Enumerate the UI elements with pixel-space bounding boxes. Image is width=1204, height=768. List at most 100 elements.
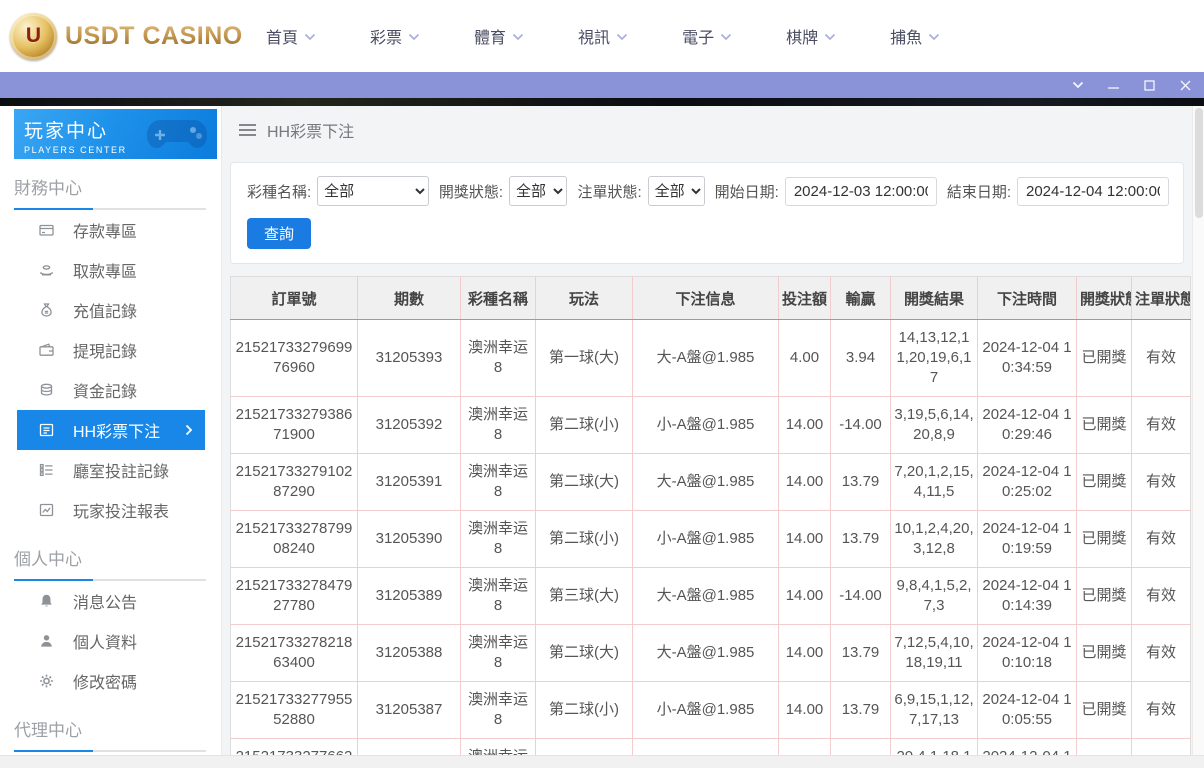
- app-window: U USDT CASINO 首頁 彩票 體育 視訊 電子 棋牌 捕魚 玩家中心 PLAYER…: [0, 0, 1204, 768]
- sidebar-item-hall-bet-records[interactable]: 廳室投註記錄: [17, 450, 205, 490]
- table-cell: 3,19,5,6,14,20,8,9: [890, 396, 978, 454]
- brand[interactable]: U USDT CASINO: [10, 12, 242, 60]
- nav-item-lottery[interactable]: 彩票: [370, 24, 420, 48]
- table-cell: 2152173327910287290: [230, 453, 358, 511]
- table-cell: 13.79: [830, 453, 891, 511]
- sidebar-item-announcements[interactable]: 消息公告: [17, 581, 205, 621]
- main-panel: HH彩票下注 彩種名稱: 全部 開獎狀態: 全部 注單狀態: 全部 開始日期: …: [222, 106, 1192, 755]
- logo-letter: U: [25, 24, 42, 47]
- gamepad-icon: [141, 111, 213, 159]
- table-cell: 已開獎: [1076, 510, 1132, 568]
- vertical-scrollbar[interactable]: [1192, 106, 1204, 755]
- section-header: 代理中心: [14, 721, 82, 740]
- table-row: 2152173327795552880 31205387 澳洲幸运8 第二球(小) 小-…: [230, 681, 1191, 739]
- main-nav: 首頁 彩票 體育 視訊 電子 棋牌 捕魚: [266, 24, 940, 48]
- table-cell: 4.00: [778, 319, 831, 397]
- sidebar-item-profile[interactable]: 個人資料: [17, 621, 205, 661]
- table-cell: 第二球(大): [535, 453, 633, 511]
- filter-row: 彩種名稱: 全部 開獎狀態: 全部 注單狀態: 全部 開始日期: 結束日期:: [247, 176, 1169, 206]
- query-button[interactable]: 查詢: [247, 218, 312, 249]
- table-cell: 有效: [1131, 510, 1191, 568]
- table-cell: 2152173327879908240: [230, 510, 358, 568]
- table-cell: 已開獎: [1076, 624, 1132, 682]
- end-date-input[interactable]: [1017, 176, 1169, 206]
- draw-status-select[interactable]: 全部: [509, 176, 568, 206]
- nav-item-fishing[interactable]: 捕魚: [890, 24, 940, 48]
- table-cell: 已開獎: [1076, 567, 1132, 625]
- sidebar-item-label: 存款專區: [73, 224, 138, 241]
- draw-status-label: 開獎狀態:: [438, 183, 503, 201]
- sidebar-item-deposit-zone[interactable]: 存款專區: [17, 210, 205, 250]
- vertical-scrollbar-thumb[interactable]: [1195, 108, 1203, 218]
- table-cell: -14.00: [830, 396, 891, 454]
- bets-table: 訂單號期數彩種名稱玩法下注信息投注額輸贏開獎結果下注時間開獎狀態注單狀態2152…: [230, 276, 1191, 755]
- end-date-label: 結束日期:: [946, 183, 1011, 201]
- section-header: 個人中心: [14, 550, 82, 569]
- nav-item-video[interactable]: 視訊: [578, 24, 628, 48]
- sidebar-item-label: 提現記錄: [73, 344, 138, 361]
- sidebar-item-label: 廳室投註記錄: [73, 464, 170, 481]
- table-cell: 小-A盤@1.985: [632, 396, 779, 454]
- lottery-ledger-icon: [38, 422, 56, 438]
- table-cell: 有效: [1131, 319, 1191, 397]
- sidebar-item-funds-records[interactable]: 資金記錄: [17, 370, 205, 410]
- table-cell: 2152173327969976960: [230, 319, 358, 397]
- lottery-name-label: 彩種名稱:: [247, 183, 312, 201]
- table-row: 2152173327847927780 31205389 澳洲幸运8 第三球(大) 大-…: [230, 567, 1191, 625]
- sidebar: 玩家中心 PLAYERS CENTER 財務中心 存款專區 取款專區 充值記錄 提現記錄…: [0, 106, 222, 755]
- table-cell: 已開獎: [1076, 453, 1132, 511]
- nav-item-label: 首頁: [266, 30, 299, 47]
- table-cell: 14.00: [778, 567, 831, 625]
- nav-item-home[interactable]: 首頁: [266, 24, 316, 48]
- table-cell: 7,12,5,4,10,18,19,11: [890, 624, 978, 682]
- column-header: 下注信息: [632, 276, 779, 320]
- wallet-icon: [38, 342, 56, 358]
- table-cell: 有效: [1131, 738, 1191, 755]
- table-cell: 31205391: [357, 453, 461, 511]
- table-cell: 小-A盤@1.985: [632, 510, 779, 568]
- table-cell: 2024-12-04 10:25:02: [977, 453, 1077, 511]
- column-header: 訂單號: [230, 276, 358, 320]
- sidebar-item-hh-lottery-bets[interactable]: HH彩票下注: [17, 410, 205, 450]
- sidebar-item-change-password[interactable]: 修改密碼: [17, 661, 205, 701]
- table-cell: 2152173327766277410: [230, 738, 358, 755]
- close-button[interactable]: [1179, 79, 1192, 92]
- nav-item-electronic[interactable]: 電子: [682, 24, 732, 48]
- nav-item-chess[interactable]: 棋牌: [786, 24, 836, 48]
- sidebar-item-withdrawal-records[interactable]: 提現記錄: [17, 330, 205, 370]
- sidebar-item-recharge-records[interactable]: 充值記錄: [17, 290, 205, 330]
- start-date-label: 開始日期:: [714, 183, 779, 201]
- nav-item-sports[interactable]: 體育: [474, 24, 524, 48]
- players-center-banner: 玩家中心 PLAYERS CENTER: [14, 109, 217, 159]
- table-cell: 2152173327795552880: [230, 681, 358, 739]
- table-cell: 大-A盤@1.985: [632, 738, 779, 755]
- minimize-button[interactable]: [1107, 79, 1120, 92]
- lottery-name-select[interactable]: 全部: [317, 176, 429, 206]
- coins-icon: [38, 382, 56, 398]
- report-chart-icon: [38, 502, 56, 518]
- column-header: 輸贏: [830, 276, 891, 320]
- column-header: 注單狀態: [1131, 276, 1191, 320]
- list-records-icon: [38, 462, 56, 478]
- order-status-select[interactable]: 全部: [647, 176, 705, 206]
- window-titlebar: [0, 72, 1204, 98]
- chevron-down-icon: [824, 33, 836, 41]
- sidebar-menu: 財務中心 存款專區 取款專區 充值記錄 提現記錄 資金記錄 HH彩票下注 廳室投註記錄 玩家投注…: [14, 174, 217, 755]
- table-cell: 20,4,1,18,11,16,8,3: [890, 738, 978, 755]
- table-cell: 澳洲幸运8: [460, 453, 536, 511]
- table-cell: 2024-12-04 10:19:59: [977, 510, 1077, 568]
- bell-icon: [38, 593, 56, 609]
- table-cell: 第二球(小): [535, 510, 633, 568]
- maximize-button[interactable]: [1143, 79, 1156, 92]
- sidebar-item-label: 消息公告: [73, 595, 138, 612]
- table-cell: 2024-12-04 10:05:55: [977, 681, 1077, 739]
- sidebar-item-withdraw-zone[interactable]: 取款專區: [17, 250, 205, 290]
- sidebar-item-player-bet-report[interactable]: 玩家投注報表: [17, 490, 205, 530]
- start-date-input[interactable]: [784, 176, 937, 206]
- table-row: 2152173327969976960 31205393 澳洲幸运8 第一球(大) 大-…: [230, 319, 1191, 397]
- menu-toggle-icon[interactable]: [239, 124, 256, 136]
- table-cell: 2152173327847927780: [230, 567, 358, 625]
- window-menu-button[interactable]: [1072, 81, 1084, 89]
- table-cell: 小-A盤@1.985: [632, 681, 779, 739]
- horizontal-scrollbar[interactable]: [0, 755, 1204, 768]
